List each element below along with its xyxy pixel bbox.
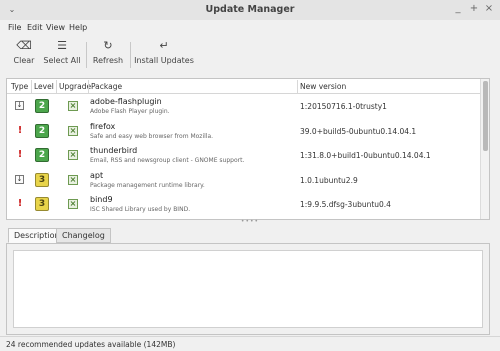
select-all-button[interactable]: ☰ Select All bbox=[42, 38, 82, 72]
package-name: thunderbird bbox=[90, 146, 138, 155]
menu-edit[interactable]: Edit bbox=[27, 23, 43, 32]
upgrade-checkbox[interactable]: × bbox=[68, 101, 78, 111]
pane-resize-handle[interactable]: •••• bbox=[238, 219, 262, 226]
package-name: apt bbox=[90, 170, 104, 180]
menu-file[interactable]: File bbox=[8, 23, 21, 32]
column-separator bbox=[56, 80, 57, 93]
toolbar: ⌫ Clear ☰ Select All ↻ Refresh ↵ Install… bbox=[0, 36, 500, 74]
install-updates-label: Install Updates bbox=[134, 56, 194, 65]
close-button[interactable]: × bbox=[483, 3, 495, 15]
status-text: 24 recommended updates available (142MB) bbox=[6, 340, 176, 349]
security-update-icon: ! bbox=[17, 124, 23, 136]
tab-changelog[interactable]: Changelog bbox=[56, 228, 111, 243]
column-separator bbox=[31, 80, 32, 93]
description-panel bbox=[6, 243, 490, 335]
header-upgrade[interactable]: Upgrade bbox=[59, 82, 91, 91]
new-version: 1.0.1ubuntu2.9 bbox=[300, 175, 358, 185]
install-icon: ↵ bbox=[159, 39, 169, 52]
scrollbar-thumb[interactable] bbox=[483, 81, 488, 151]
toolbar-separator bbox=[86, 42, 87, 68]
table-scrollbar[interactable] bbox=[480, 79, 489, 219]
package-update-icon: ↓ bbox=[15, 101, 24, 110]
table-row[interactable]: ! 2 × thunderbird Email, RSS and newsgroup c… bbox=[7, 144, 481, 167]
level-badge: 2 bbox=[35, 123, 49, 138]
statusbar: 24 recommended updates available (142MB) bbox=[0, 336, 500, 351]
table-row[interactable]: ! 3 × bind9 ISC Shared Library used by BIND.… bbox=[7, 193, 481, 216]
upgrade-checkbox[interactable]: × bbox=[68, 199, 78, 209]
package-description: Safe and easy web browser from Mozilla. bbox=[90, 132, 214, 140]
table-row[interactable]: ! 2 × firefox Safe and easy web browser from… bbox=[7, 120, 481, 143]
refresh-button[interactable]: ↻ Refresh bbox=[90, 38, 126, 72]
level-badge: 2 bbox=[35, 148, 49, 162]
update-manager-window: ⌄ Update Manager _ + × File Edit View He… bbox=[0, 0, 500, 351]
clear-icon: ⌫ bbox=[16, 39, 32, 52]
package-update-icon: ↓ bbox=[15, 174, 24, 184]
maximize-button[interactable]: + bbox=[468, 3, 480, 15]
window-title: Update Manager bbox=[205, 4, 295, 15]
package-description: Adobe Flash Player plugin. bbox=[90, 108, 170, 115]
table-row[interactable]: ↓ 3 × apt Package management runtime library… bbox=[7, 169, 481, 192]
select-all-label: Select All bbox=[43, 56, 81, 65]
menubar: File Edit View Help bbox=[0, 20, 500, 36]
column-separator bbox=[88, 80, 89, 93]
level-badge: 3 bbox=[35, 197, 49, 211]
package-name: firefox bbox=[90, 121, 116, 131]
upgrade-checkbox[interactable]: × bbox=[68, 125, 78, 136]
new-version: 1:9.9.5.dfsg-3ubuntu0.4 bbox=[300, 200, 391, 209]
security-update-icon: ! bbox=[17, 198, 23, 209]
package-description: Email, RSS and newsgroup client - GNOME … bbox=[90, 157, 245, 164]
description-text-area bbox=[13, 250, 483, 328]
select-all-icon: ☰ bbox=[57, 39, 67, 52]
menu-help[interactable]: Help bbox=[69, 23, 87, 32]
titlebar: ⌄ Update Manager _ + × bbox=[0, 0, 500, 20]
package-name: bind9 bbox=[90, 195, 113, 204]
refresh-label: Refresh bbox=[92, 56, 124, 65]
menu-view[interactable]: View bbox=[46, 23, 65, 32]
new-version: 1:20150716.1-0trusty1 bbox=[300, 102, 387, 111]
upgrade-checkbox[interactable]: × bbox=[68, 150, 78, 160]
table-row[interactable]: ↓ 2 × adobe-flashplugin Adobe Flash Player p… bbox=[7, 95, 481, 118]
package-name: adobe-flashplugin bbox=[90, 97, 162, 106]
updates-table: Type Level Upgrade Package New version ↓… bbox=[6, 78, 490, 220]
clear-button[interactable]: ⌫ Clear bbox=[8, 38, 40, 72]
new-version: 39.0+build5-0ubuntu0.14.04.1 bbox=[300, 126, 417, 136]
package-description: Package management runtime library. bbox=[90, 181, 205, 189]
install-updates-button[interactable]: ↵ Install Updates bbox=[134, 38, 194, 72]
header-type[interactable]: Type bbox=[11, 82, 28, 91]
header-package[interactable]: Package bbox=[91, 82, 122, 91]
level-badge: 3 bbox=[35, 172, 49, 187]
refresh-icon: ↻ bbox=[103, 39, 113, 52]
toolbar-separator bbox=[130, 42, 131, 68]
minimize-button[interactable]: _ bbox=[452, 3, 464, 15]
table-header: Type Level Upgrade Package New version bbox=[7, 79, 481, 94]
header-level[interactable]: Level bbox=[34, 82, 54, 91]
new-version: 1:31.8.0+build1-0ubuntu0.14.04.1 bbox=[300, 151, 431, 160]
package-description: ISC Shared Library used by BIND. bbox=[90, 206, 191, 213]
level-badge: 2 bbox=[35, 99, 49, 113]
column-separator bbox=[297, 80, 298, 93]
header-new-version[interactable]: New version bbox=[300, 82, 346, 91]
upgrade-checkbox[interactable]: × bbox=[68, 174, 78, 185]
clear-label: Clear bbox=[13, 56, 35, 65]
security-update-icon: ! bbox=[17, 149, 23, 160]
